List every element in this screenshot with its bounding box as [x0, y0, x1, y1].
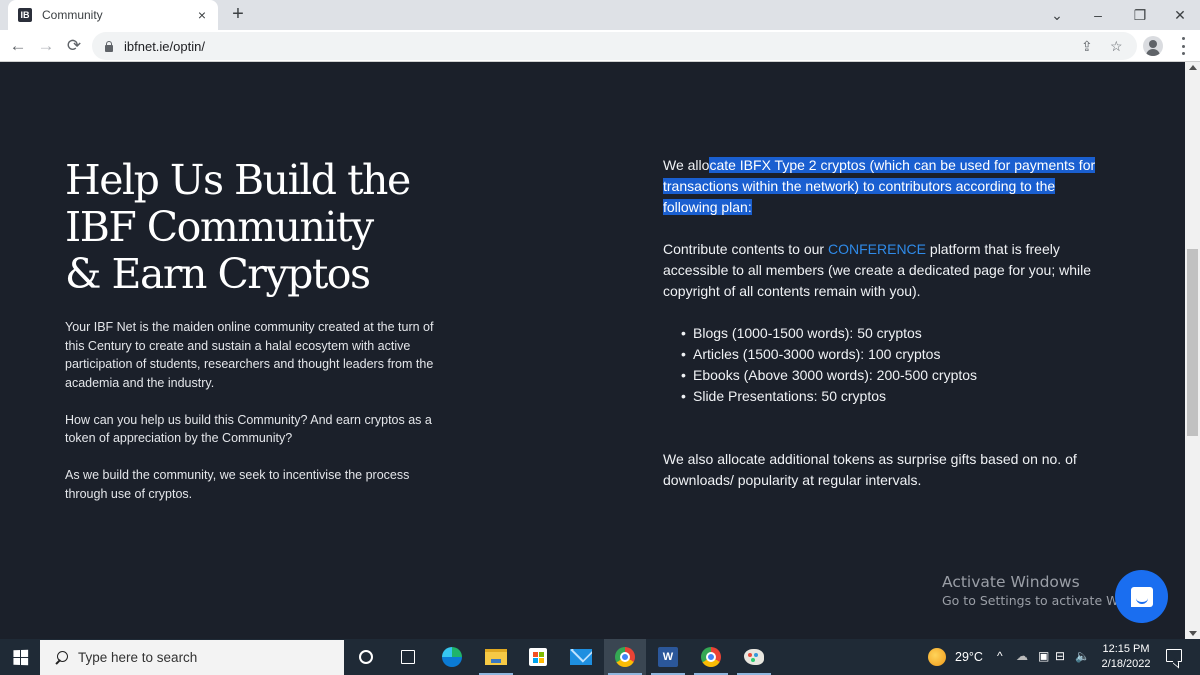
tab-search-button[interactable]: ⌄: [1035, 0, 1079, 30]
scrollbar-thumb[interactable]: [1187, 249, 1198, 436]
cortana-button[interactable]: [345, 639, 387, 675]
forward-button[interactable]: →: [34, 34, 58, 58]
chat-widget-button[interactable]: [1115, 570, 1168, 623]
onedrive-icon[interactable]: ☁: [1016, 649, 1028, 663]
scroll-up-arrow-icon[interactable]: [1189, 65, 1197, 70]
page-content: Help Us Build the IBF Community & Earn C…: [0, 62, 1185, 639]
lock-icon[interactable]: [104, 41, 114, 52]
rewards-section: We allocate IBFX Type 2 cryptos (which c…: [663, 155, 1113, 491]
browser-menu-icon[interactable]: [1176, 37, 1190, 55]
conference-link[interactable]: CONFERENCE: [828, 241, 926, 257]
chrome-icon: [615, 647, 635, 667]
taskbar-file-explorer[interactable]: [475, 639, 517, 675]
hero-title: Help Us Build the IBF Community & Earn C…: [65, 157, 425, 298]
taskbar-edge[interactable]: [431, 639, 473, 675]
back-button[interactable]: ←: [6, 34, 30, 58]
url-text[interactable]: ibfnet.ie/optin/: [124, 39, 205, 54]
plan-item: Slide Presentations: 50 cryptos: [681, 386, 1113, 407]
hero-title-line: Help Us Build the: [65, 156, 411, 204]
hero-title-line: & Earn Cryptos: [65, 250, 371, 298]
new-tab-button[interactable]: +: [228, 4, 248, 24]
hero-title-line: IBF Community: [65, 203, 374, 251]
intro-paragraph: As we build the community, we seek to in…: [65, 468, 410, 501]
clock[interactable]: 12:15 PM 2/18/2022: [1098, 642, 1154, 672]
file-explorer-icon: [485, 649, 507, 665]
volume-icon[interactable]: 🔈: [1075, 649, 1090, 663]
tray-overflow-chevron-icon[interactable]: ^: [997, 649, 1003, 663]
meet-now-icon[interactable]: ▣: [1038, 649, 1049, 663]
taskbar-mail[interactable]: [560, 639, 602, 675]
bookmark-star-icon[interactable]: ☆: [1110, 38, 1123, 55]
tab-strip: IB Community × + ⌄ – ❐ ✕: [0, 0, 1200, 30]
weather-temperature: 29°C: [955, 650, 983, 664]
share-icon[interactable]: ⇪: [1081, 38, 1093, 55]
reload-button[interactable]: ⟳: [62, 34, 86, 58]
minimize-button[interactable]: –: [1076, 0, 1120, 30]
weather-widget[interactable]: 29°C: [928, 639, 983, 675]
clock-time: 12:15 PM: [1102, 643, 1150, 655]
allocation-text: We allo: [663, 157, 710, 173]
tab-close-icon[interactable]: ×: [192, 7, 212, 23]
taskbar-chrome-active[interactable]: [604, 639, 646, 675]
clock-date: 2/18/2022: [1101, 658, 1151, 670]
microsoft-store-icon: [529, 648, 547, 666]
task-view-icon: [401, 650, 415, 664]
plan-item: Blogs (1000-1500 words): 50 cryptos: [681, 323, 1113, 344]
scroll-down-arrow-icon[interactable]: [1189, 631, 1197, 636]
close-window-button[interactable]: ✕: [1158, 0, 1200, 30]
edge-icon: [442, 647, 462, 667]
contribute-text: Contribute contents to our: [663, 241, 828, 257]
network-icon[interactable]: ⊟: [1055, 649, 1065, 663]
extra-tokens-paragraph: We also allocate additional tokens as su…: [663, 451, 1077, 488]
plan-item: Articles (1500-3000 words): 100 cryptos: [681, 344, 1113, 365]
taskbar-search-box[interactable]: Type here to search: [40, 640, 344, 675]
windows-logo-icon: [12, 649, 28, 665]
chat-icon: [1130, 586, 1153, 607]
mail-icon: [570, 649, 592, 665]
tab-community[interactable]: IB Community ×: [8, 0, 218, 30]
intro-text: Your IBF Net is the maiden online commun…: [65, 318, 455, 522]
profile-avatar[interactable]: [1143, 36, 1163, 56]
weather-sun-icon: [928, 648, 946, 666]
selected-text: cate IBFX Type 2 cryptos (which can be u…: [663, 157, 1096, 215]
paint-icon: [744, 649, 764, 665]
site-favicon-icon: IB: [18, 8, 32, 22]
plan-list: Blogs (1000-1500 words): 50 cryptos Arti…: [663, 323, 1113, 407]
cortana-icon: [359, 650, 373, 664]
search-placeholder: Type here to search: [78, 650, 198, 665]
intro-paragraph: Your IBF Net is the maiden online commun…: [65, 320, 434, 390]
page-scrollbar[interactable]: [1185, 62, 1200, 639]
taskbar-chrome-second[interactable]: [690, 639, 732, 675]
intro-paragraph: How can you help us build this Community…: [65, 412, 432, 446]
start-button[interactable]: [0, 639, 40, 675]
task-view-button[interactable]: [387, 639, 429, 675]
taskbar-word[interactable]: W: [647, 639, 689, 675]
notification-center-icon[interactable]: [1166, 649, 1182, 662]
allocation-paragraph[interactable]: We allocate IBFX Type 2 cryptos (which c…: [663, 155, 1113, 218]
address-bar[interactable]: ibfnet.ie/optin/: [92, 32, 1137, 60]
search-icon: [54, 650, 68, 665]
plan-item: Ebooks (Above 3000 words): 200-500 crypt…: [681, 365, 1113, 386]
tab-title: Community: [42, 8, 103, 22]
windows-taskbar: Type here to search W 29°C ^ ☁ ▣ ⊟ 🔈 12:…: [0, 639, 1200, 675]
chrome-icon: [701, 647, 721, 667]
browser-toolbar: ← → ⟳ ibfnet.ie/optin/ ⇪ ☆: [0, 30, 1200, 62]
word-icon: W: [658, 647, 678, 667]
taskbar-paint[interactable]: [733, 639, 775, 675]
restore-button[interactable]: ❐: [1118, 0, 1162, 30]
taskbar-store[interactable]: [517, 639, 559, 675]
contribute-paragraph: Contribute contents to our CONFERENCE pl…: [663, 239, 1113, 302]
